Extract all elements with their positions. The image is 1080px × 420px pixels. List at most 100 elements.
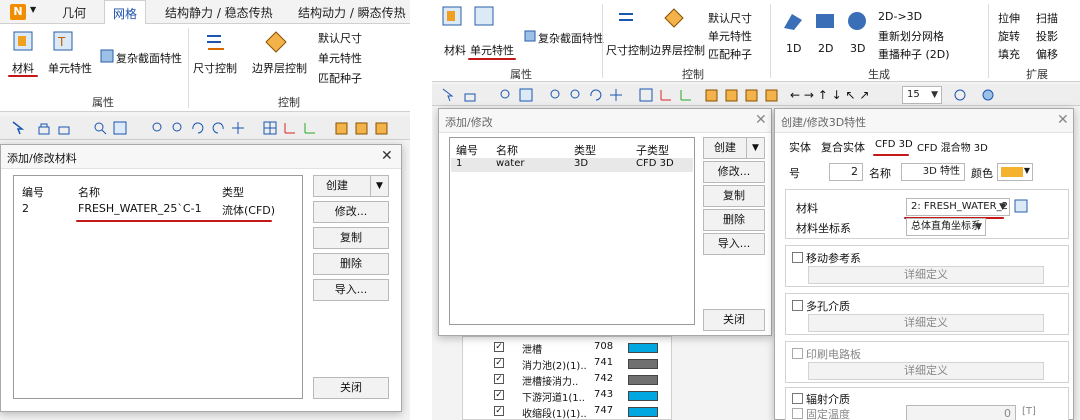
grid-icon[interactable]: [262, 120, 278, 136]
sweep-button[interactable]: 扫描: [1036, 10, 1058, 26]
close-icon[interactable]: ✕: [755, 112, 767, 128]
extrude-button[interactable]: 拉伸: [998, 10, 1020, 26]
tab-mesh[interactable]: 网格: [104, 0, 147, 25]
create-button[interactable]: 创建 ▼: [703, 137, 765, 159]
close-button[interactable]: 关闭: [313, 377, 389, 399]
arrow-keys-icon[interactable]: ← → ↑ ↓ ↖ ↗: [790, 88, 869, 102]
view-iso-icon[interactable]: [764, 87, 780, 103]
match-seeds-button[interactable]: 匹配种子: [708, 46, 752, 62]
tab-structural-static[interactable]: 结构静力 / 稳态传热: [165, 4, 273, 21]
close-icon[interactable]: ✕: [381, 148, 393, 164]
tree-row[interactable]: ✓ 收缩段(1)(1).. 747: [494, 404, 664, 420]
pcb-checkbox[interactable]: [792, 348, 803, 359]
mesh-3d-button[interactable]: 3D: [850, 42, 865, 55]
zoom-fit-icon[interactable]: [548, 87, 564, 103]
tree-checkbox-icon[interactable]: ✓: [494, 374, 504, 384]
offset-button[interactable]: 偏移: [1036, 46, 1058, 62]
close-button[interactable]: 关闭: [703, 309, 765, 331]
tree-checkbox-icon[interactable]: ✓: [494, 342, 504, 352]
lock-icon[interactable]: [462, 87, 478, 103]
property-list[interactable]: 编号 名称 类型 子类型 1 water 3D CFD 3D: [449, 137, 695, 325]
zoom-window-icon[interactable]: [518, 87, 534, 103]
material-edit-icon[interactable]: [1014, 199, 1028, 213]
material-list[interactable]: 编号 名称 类型 2 FRESH_WATER_25`C-1 流体(CFD): [13, 175, 303, 399]
pan-icon[interactable]: [608, 87, 624, 103]
boundary-control-button[interactable]: 边界层控制: [252, 60, 307, 76]
moving-ref-detail-button[interactable]: 详细定义: [808, 266, 1044, 284]
mesh-1d-button[interactable]: 1D: [786, 42, 801, 55]
tree-row[interactable]: ✓ 下游河道1(1.. 743: [494, 388, 664, 404]
mesh-2d-button[interactable]: 2D: [818, 42, 833, 55]
lock-icon[interactable]: [36, 120, 52, 136]
pcb-detail-button[interactable]: 详细定义: [808, 362, 1044, 380]
fixed-temp-checkbox[interactable]: [792, 408, 803, 419]
to3d-button[interactable]: 2D->3D: [878, 10, 922, 23]
num-field[interactable]: 2: [829, 163, 863, 181]
unlock-icon[interactable]: [56, 120, 72, 136]
rotate-alt-icon[interactable]: [210, 120, 226, 136]
view-front-icon[interactable]: [704, 87, 720, 103]
color-picker[interactable]: ▼: [997, 163, 1033, 181]
zoom-out-icon[interactable]: [568, 87, 584, 103]
size-control-button[interactable]: 尺寸控制: [193, 60, 237, 76]
complex-section-button[interactable]: 复杂截面特性: [116, 50, 182, 66]
rotate-icon[interactable]: [588, 87, 604, 103]
create-button[interactable]: 创建 ▼: [313, 175, 389, 197]
close-icon[interactable]: ✕: [1057, 112, 1069, 128]
view-top-icon[interactable]: [354, 120, 370, 136]
element-props-button[interactable]: 单元特性: [48, 60, 92, 76]
remesh-button[interactable]: 重新划分网格: [878, 28, 944, 44]
moving-ref-checkbox[interactable]: [792, 252, 803, 263]
complex-section-button[interactable]: 复杂截面特性: [538, 30, 604, 46]
axis-alt-icon[interactable]: [678, 87, 694, 103]
porous-checkbox[interactable]: [792, 300, 803, 311]
default-size-button[interactable]: 默认尺寸: [318, 30, 362, 46]
table-row[interactable]: 2 FRESH_WATER_25`C-1 流体(CFD): [14, 200, 302, 218]
zoom-icon[interactable]: [498, 87, 514, 103]
default-size-button[interactable]: 默认尺寸: [708, 10, 752, 26]
view-side-icon[interactable]: [374, 120, 390, 136]
modify-button[interactable]: 修改...: [703, 161, 765, 183]
import-button[interactable]: 导入...: [703, 233, 765, 255]
chevron-down-icon[interactable]: ▼: [746, 138, 764, 158]
fixed-temp-field[interactable]: 0: [906, 405, 1016, 420]
project-button[interactable]: 投影: [1036, 28, 1058, 44]
tree-row[interactable]: ✓ 泄槽接消力.. 742: [494, 372, 664, 388]
material-button[interactable]: 材料: [12, 60, 34, 76]
size-control-button[interactable]: 尺寸控制: [606, 42, 650, 58]
grid-icon[interactable]: [638, 87, 654, 103]
copy-button[interactable]: 复制: [703, 185, 765, 207]
radiation-checkbox[interactable]: [792, 393, 803, 404]
element-props-button[interactable]: 单元特性: [470, 42, 514, 58]
chevron-down-icon[interactable]: ▼: [370, 176, 388, 196]
tab-geometry[interactable]: 几何: [62, 4, 86, 21]
tree-row[interactable]: ✓ 泄槽 708: [494, 340, 664, 356]
view-top-icon[interactable]: [724, 87, 740, 103]
coord-select[interactable]: 总体直角坐标系 ▼: [906, 218, 986, 236]
zoom-icon[interactable]: [92, 120, 108, 136]
tree-checkbox-icon[interactable]: ✓: [494, 358, 504, 368]
modify-button[interactable]: 修改...: [313, 201, 389, 223]
app-logo-icon[interactable]: N: [10, 4, 26, 20]
reseed-button[interactable]: 重播种子 (2D): [878, 46, 950, 62]
match-seeds-button[interactable]: 匹配种子: [318, 70, 362, 86]
material-select[interactable]: 2: FRESH_WATER_2 ▼: [906, 198, 1010, 216]
table-row[interactable]: 1 water 3D CFD 3D: [451, 158, 693, 172]
zoom-fit-icon[interactable]: [150, 120, 166, 136]
elem-props-small-button[interactable]: 单元特性: [318, 50, 362, 66]
tab-structural-dynamic[interactable]: 结构动力 / 瞬态传热: [298, 4, 406, 21]
display-icon[interactable]: [952, 87, 968, 103]
rotate-icon[interactable]: [190, 120, 206, 136]
axis-icon[interactable]: [658, 87, 674, 103]
name-field[interactable]: 3D 特性: [901, 163, 965, 181]
pointer-icon[interactable]: [10, 120, 26, 136]
tab-composite-solid[interactable]: 复合实体: [821, 139, 865, 155]
delete-button[interactable]: 删除: [313, 253, 389, 275]
fill-button[interactable]: 填充: [998, 46, 1020, 62]
copy-button[interactable]: 复制: [313, 227, 389, 249]
step-combo[interactable]: 15 ▼: [902, 86, 942, 104]
app-menu-caret-icon[interactable]: ▼: [30, 5, 36, 14]
tab-solid[interactable]: 实体: [789, 139, 811, 155]
zoom-out-icon[interactable]: [170, 120, 186, 136]
view-side-icon[interactable]: [744, 87, 760, 103]
